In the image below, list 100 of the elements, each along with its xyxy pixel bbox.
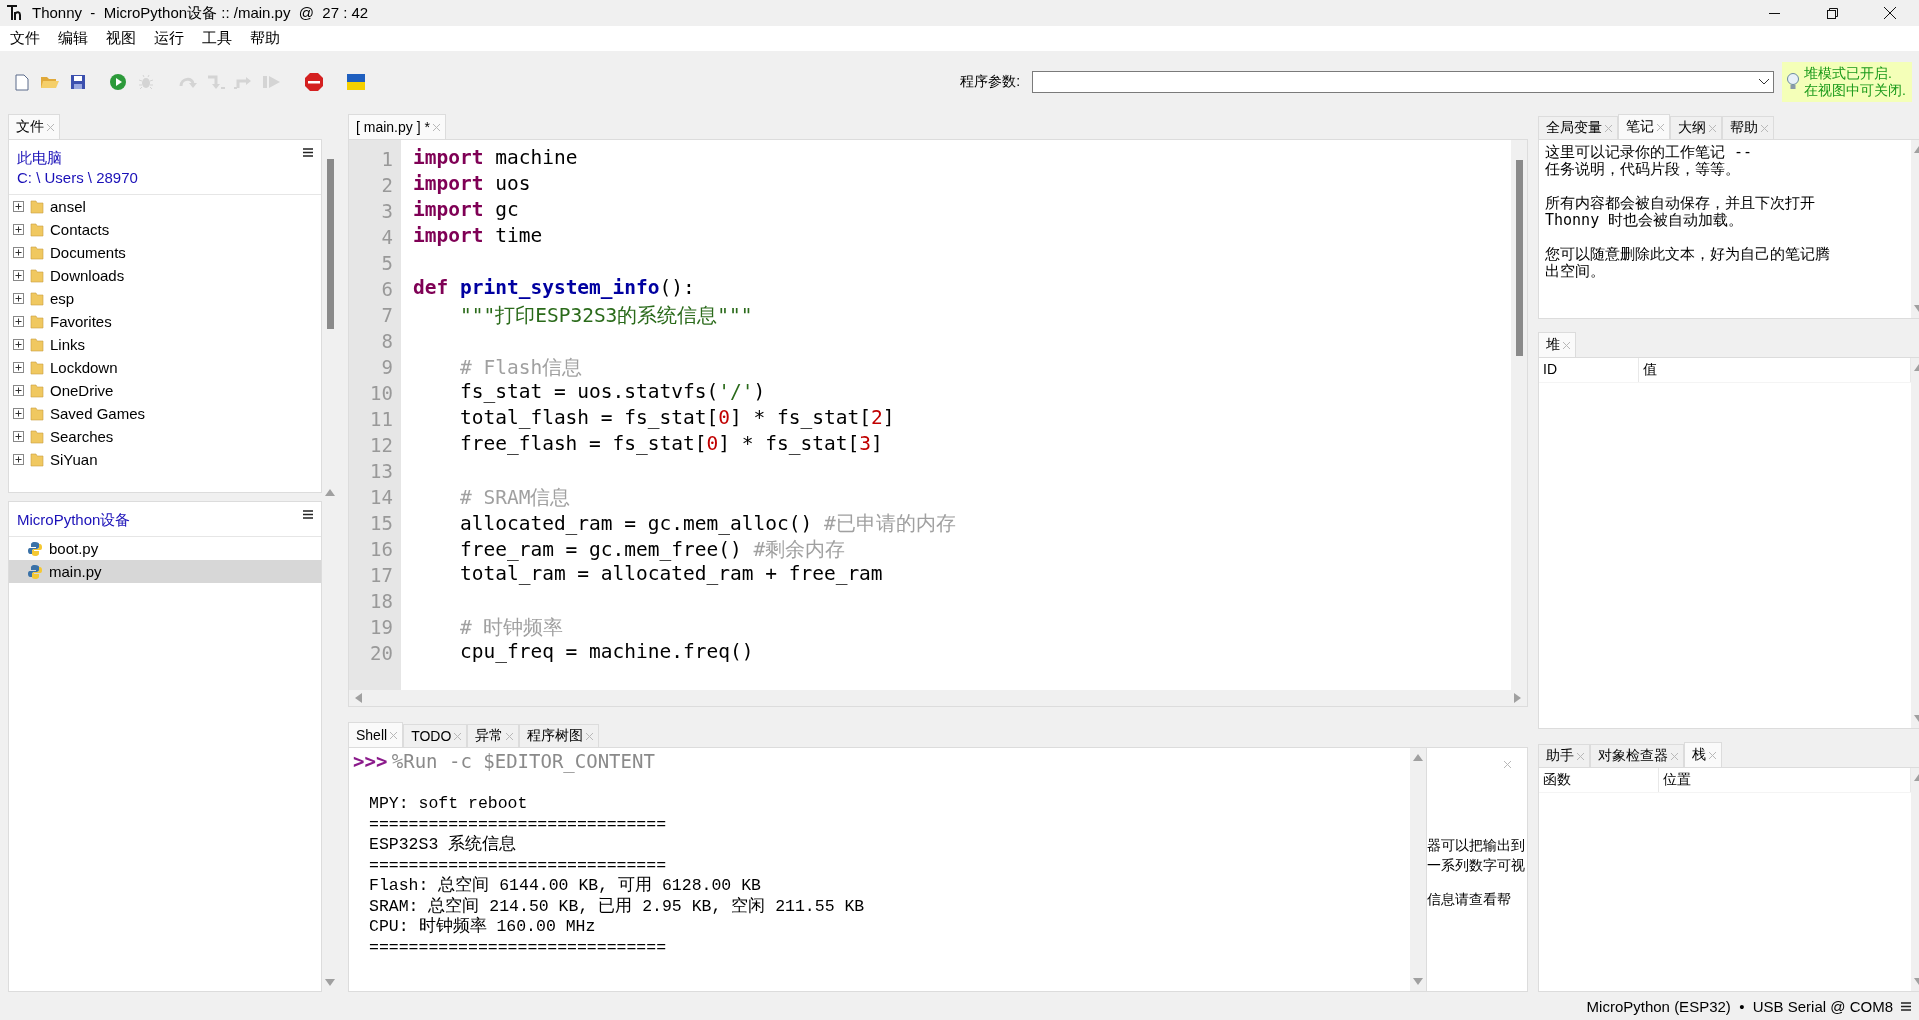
menu-icon[interactable] [303, 510, 313, 519]
scroll-right-icon[interactable] [1514, 693, 1521, 703]
line-number: 18 [369, 589, 394, 614]
expand-icon[interactable] [13, 339, 24, 350]
menu-item[interactable]: 运行 [148, 26, 196, 51]
panel-tab[interactable]: 帮助 [1722, 116, 1774, 139]
expand-icon[interactable] [13, 362, 24, 373]
folder-icon [30, 383, 44, 398]
folder-name[interactable]: esp [50, 290, 75, 307]
scroll-up-icon[interactable] [1413, 754, 1423, 761]
expand-icon[interactable] [13, 293, 24, 304]
code-line: # 时钟频率 [458, 615, 565, 640]
shell-output: SRAM: 总空间 214.50 KB, 已用 2.95 KB, 空闲 211.55 KB [368, 896, 866, 916]
folder-name[interactable]: Links [50, 336, 86, 353]
line-number: 8 [380, 329, 394, 354]
line-number: 12 [369, 433, 394, 458]
folder-icon [30, 245, 44, 260]
expand-icon[interactable] [13, 270, 24, 281]
menu-icon[interactable] [1901, 1001, 1911, 1011]
file-name[interactable]: boot.py [49, 540, 99, 557]
scrollbar-thumb[interactable] [1515, 160, 1523, 356]
panel-tab[interactable]: 堆 [1538, 332, 1576, 357]
menu-item[interactable]: 工具 [196, 26, 244, 51]
panel-tab[interactable]: 栈 [1684, 742, 1722, 767]
scroll-down-icon[interactable] [325, 979, 335, 986]
panel-tab[interactable]: Shell [348, 722, 404, 747]
expand-icon[interactable] [13, 385, 24, 396]
column-header[interactable]: 函数 [1539, 768, 1659, 792]
menu-item[interactable]: 文件 [4, 26, 52, 51]
file-row[interactable]: main.py [9, 560, 321, 583]
panel-tab[interactable]: 程序树图 [519, 724, 600, 747]
note-paragraph: 所有内容都会被自动保存，并且下次打开 Thonny 时也会被自动加载。 [1545, 195, 1816, 229]
folder-name[interactable]: ansel [50, 198, 86, 215]
restore-icon[interactable] [1826, 7, 1838, 19]
code-line: # SRAM信息 [458, 485, 572, 510]
scrollbar-thumb[interactable] [326, 159, 334, 329]
folder-name[interactable]: Searches [50, 428, 114, 445]
column-header[interactable]: ID [1539, 358, 1639, 382]
line-number: 4 [380, 225, 394, 250]
folder-name[interactable]: Downloads [50, 267, 125, 284]
code-line: def print_system_info(): [413, 276, 696, 301]
expand-icon[interactable] [13, 201, 24, 212]
panel-tab[interactable]: [ main.py ] * [348, 114, 446, 139]
folder-name[interactable]: SiYuan [50, 451, 98, 468]
expand-icon[interactable] [13, 247, 24, 258]
panel-tab[interactable]: TODO [403, 724, 468, 747]
code-line: import uos [413, 172, 532, 197]
panel-tab[interactable]: 笔记 [1618, 114, 1670, 139]
folder-icon [30, 314, 44, 329]
panel-tab[interactable]: 全局变量 [1538, 116, 1618, 139]
folder-name[interactable]: OneDrive [50, 382, 114, 399]
panel-tab[interactable]: 异常 [467, 724, 520, 747]
line-number: 13 [369, 459, 394, 484]
folder-icon [30, 199, 44, 214]
code-line: allocated_ram = gc.mem_alloc() #已申请的内存 [458, 511, 957, 536]
shell-output: ESP32S3 系统信息 [368, 835, 518, 856]
line-number: 7 [380, 303, 394, 328]
shell-command: %Run -c $EDITOR_CONTENT [391, 750, 655, 772]
panel-tab[interactable]: 文件 [8, 114, 60, 139]
scroll-left-icon[interactable] [355, 693, 362, 703]
line-number: 10 [369, 381, 394, 406]
path-text[interactable]: C: \ Users \ 28970 [17, 168, 138, 188]
expand-icon[interactable] [13, 431, 24, 442]
expand-icon[interactable] [13, 316, 24, 327]
folder-name[interactable]: Saved Games [50, 405, 146, 422]
folder-name[interactable]: Favorites [50, 313, 112, 330]
shell-prompt: >>> [353, 750, 388, 772]
close-icon[interactable] [1884, 7, 1896, 19]
folder-icon [30, 452, 44, 467]
panel-tab[interactable]: 对象检查器 [1590, 744, 1684, 767]
code-line: """打印ESP32S3的系统信息""" [458, 303, 754, 328]
folder-icon [40, 74, 60, 90]
line-number: 15 [369, 511, 394, 536]
expand-icon[interactable] [13, 408, 24, 419]
file-name[interactable]: main.py [49, 563, 102, 580]
down-arrow-icon [206, 74, 226, 90]
scroll-down-icon[interactable] [1413, 978, 1423, 985]
menu-icon[interactable] [303, 148, 313, 157]
toolbar-button[interactable] [302, 70, 326, 94]
shell-output: ============================== [368, 814, 668, 834]
menu-item[interactable]: 编辑 [52, 26, 100, 51]
play-icon [109, 73, 127, 91]
location-title: 此电脑 [17, 148, 63, 168]
file-row[interactable]: boot.py [9, 537, 321, 560]
menu-item[interactable]: 帮助 [244, 26, 292, 51]
menu-item[interactable]: 视图 [100, 26, 148, 51]
minimize-icon[interactable] [1768, 12, 1780, 14]
folder-name[interactable]: Lockdown [50, 359, 118, 376]
folder-name[interactable]: Contacts [50, 221, 110, 238]
folder-name[interactable]: Documents [50, 244, 126, 261]
panel-tab[interactable]: 大纲 [1670, 116, 1722, 139]
scroll-up-icon[interactable] [325, 489, 335, 496]
expand-icon[interactable] [13, 454, 24, 465]
hint-text: 堆模式已开启. 在视图中可关闭. [1804, 65, 1906, 99]
shell-output: MPY: soft reboot [368, 794, 529, 815]
resume-icon [262, 74, 282, 90]
panel-tab[interactable]: 助手 [1538, 744, 1590, 767]
expand-icon[interactable] [13, 224, 24, 235]
program-arguments-field[interactable] [1032, 71, 1775, 93]
window-title: Thonny - MicroPython设备 :: /main.py @ 27 : 42 [32, 3, 370, 23]
